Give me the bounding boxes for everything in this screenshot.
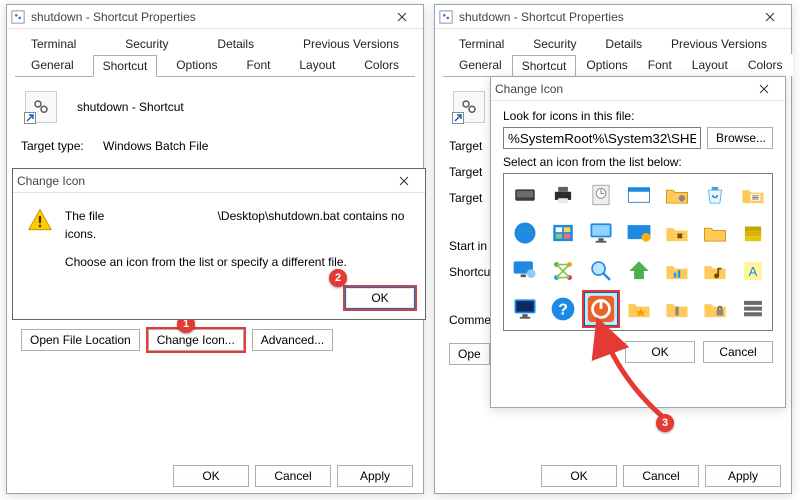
apply-button[interactable]: Apply xyxy=(337,465,413,487)
shortcut-icon xyxy=(453,91,485,123)
shortcut-name-label: shutdown - Shortcut xyxy=(77,100,184,114)
msg-close-button[interactable] xyxy=(387,170,421,192)
tab-previous-versions[interactable]: Previous Versions xyxy=(293,33,409,54)
ci-look-label: Look for icons in this file: xyxy=(503,109,773,123)
ci-ok-button[interactable]: OK xyxy=(625,341,695,363)
tab-terminal[interactable]: Terminal xyxy=(449,33,514,54)
icon-display-settings[interactable] xyxy=(622,216,656,250)
icon-personalize[interactable] xyxy=(508,292,542,326)
icon-folder-gear[interactable] xyxy=(660,178,694,212)
ci-cancel-button[interactable]: Cancel xyxy=(703,341,773,363)
shortcut-overlay-arrow-icon xyxy=(452,112,464,124)
icon-drive[interactable] xyxy=(508,178,542,212)
ci-browse-button[interactable]: Browse... xyxy=(707,127,773,149)
advanced-button[interactable]: Advanced... xyxy=(252,329,333,351)
tab-colors[interactable]: Colors xyxy=(738,54,793,76)
window-close-button[interactable] xyxy=(385,6,419,28)
icon-arrow-up-green[interactable] xyxy=(622,254,656,288)
target-type-value: Windows Batch File xyxy=(103,139,409,153)
icon-power[interactable] xyxy=(584,292,618,326)
icon-globe[interactable] xyxy=(508,216,542,250)
icon-folder-zip[interactable] xyxy=(660,292,694,326)
msg-titlebar: Change Icon xyxy=(13,169,425,193)
icon-window[interactable] xyxy=(622,178,656,212)
icon-control-panel[interactable] xyxy=(546,216,580,250)
ci-title: Change Icon xyxy=(495,82,563,96)
tab-layout[interactable]: Layout xyxy=(289,54,345,76)
icon-network[interactable] xyxy=(546,254,580,288)
titlebar: shutdown - Shortcut Properties xyxy=(7,5,423,29)
shortcut-file-icon xyxy=(11,10,25,24)
icon-folder-music[interactable] xyxy=(698,254,732,288)
icon-folder-open[interactable] xyxy=(698,216,732,250)
icon-folder-chart[interactable] xyxy=(660,254,694,288)
tab-shortcut[interactable]: Shortcut xyxy=(512,55,577,77)
annotation-badge-2: 2 xyxy=(329,269,347,287)
msg-ok-button[interactable]: OK xyxy=(345,287,415,309)
svg-text:A: A xyxy=(749,264,758,279)
icon-search[interactable] xyxy=(584,254,618,288)
shortcut-file-icon xyxy=(439,10,453,24)
titlebar-right: shutdown - Shortcut Properties xyxy=(435,5,791,29)
window-close-button[interactable] xyxy=(753,6,787,28)
cancel-button[interactable]: Cancel xyxy=(623,465,699,487)
tab-options[interactable]: Options xyxy=(576,54,637,76)
msg-title: Change Icon xyxy=(17,174,85,188)
change-icon-dialog: Change Icon Look for icons in this file:… xyxy=(490,76,786,408)
icon-folder-tools[interactable] xyxy=(660,216,694,250)
target-type-label: Target type: xyxy=(21,139,103,153)
tab-row-upper: Terminal Security Details Previous Versi… xyxy=(7,33,423,54)
icon-help[interactable]: ? xyxy=(546,292,580,326)
tab-options[interactable]: Options xyxy=(166,54,227,76)
window-title: shutdown - Shortcut Properties xyxy=(31,10,196,24)
window-title: shutdown - Shortcut Properties xyxy=(459,10,624,24)
annotation-badge-3: 3 xyxy=(656,414,674,432)
warning-icon xyxy=(27,207,53,235)
tab-details[interactable]: Details xyxy=(595,33,652,54)
tab-security[interactable]: Security xyxy=(115,33,178,54)
tab-details[interactable]: Details xyxy=(207,33,264,54)
tab-font[interactable]: Font xyxy=(638,54,682,76)
tab-font[interactable]: Font xyxy=(236,54,280,76)
shortcut-overlay-arrow-icon xyxy=(24,112,36,124)
ci-select-label: Select an icon from the list below: xyxy=(503,155,773,169)
ok-button[interactable]: OK xyxy=(541,465,617,487)
redacted-path xyxy=(108,211,218,223)
ci-path-input[interactable] xyxy=(503,127,701,149)
change-icon-button[interactable]: Change Icon... xyxy=(148,329,244,351)
icon-clock[interactable] xyxy=(584,178,618,212)
icon-folder-list[interactable] xyxy=(736,178,770,212)
svg-text:?: ? xyxy=(558,301,568,318)
icon-monitor-user[interactable] xyxy=(508,254,542,288)
shortcut-icon xyxy=(25,91,57,123)
ci-close-button[interactable] xyxy=(747,78,781,100)
tab-general[interactable]: General xyxy=(21,54,84,76)
tab-colors[interactable]: Colors xyxy=(354,54,409,76)
tab-security[interactable]: Security xyxy=(523,33,586,54)
tab-general[interactable]: General xyxy=(449,54,512,76)
msg-line-1: The file \Desktop\shutdown.bat contains … xyxy=(65,207,411,243)
change-icon-message-dialog: Change Icon The file \Desktop\shutdown.b… xyxy=(12,168,426,320)
open-file-location-button-clipped[interactable]: Ope xyxy=(449,343,490,365)
icon-recycle-bin[interactable] xyxy=(698,178,732,212)
icon-folder-locked[interactable] xyxy=(698,292,732,326)
icon-folder-star[interactable] xyxy=(622,292,656,326)
tab-terminal[interactable]: Terminal xyxy=(21,33,86,54)
ci-titlebar: Change Icon xyxy=(491,77,785,101)
icon-printer[interactable] xyxy=(546,178,580,212)
tab-shortcut[interactable]: Shortcut xyxy=(93,55,158,77)
ok-button[interactable]: OK xyxy=(173,465,249,487)
tab-layout[interactable]: Layout xyxy=(682,54,738,76)
msg-line-2: Choose an icon from the list or specify … xyxy=(65,253,411,271)
icon-list[interactable]: A ? xyxy=(503,173,773,331)
open-file-location-button[interactable]: Open File Location xyxy=(21,329,140,351)
tab-row-lower: General Shortcut Options Font Layout Col… xyxy=(7,54,423,76)
icon-folder-picture[interactable] xyxy=(736,216,770,250)
icon-list[interactable] xyxy=(736,292,770,326)
icon-monitor[interactable] xyxy=(584,216,618,250)
icon-fonts[interactable]: A xyxy=(736,254,770,288)
cancel-button[interactable]: Cancel xyxy=(255,465,331,487)
tab-previous-versions[interactable]: Previous Versions xyxy=(661,33,777,54)
apply-button[interactable]: Apply xyxy=(705,465,781,487)
